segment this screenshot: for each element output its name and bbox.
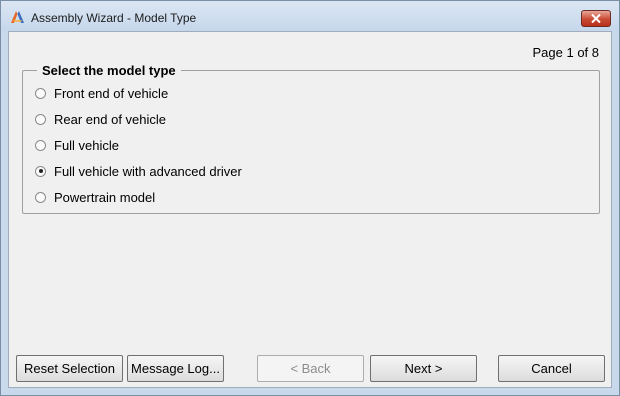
- page-indicator: Page 1 of 8: [532, 45, 600, 60]
- dialog-body: Page 1 of 8 Select the model type Front …: [8, 31, 612, 388]
- radio-button[interactable]: [35, 139, 46, 151]
- option-label: Powertrain model: [54, 189, 156, 205]
- option-rear-end[interactable]: Rear end of vehicle: [35, 110, 166, 128]
- option-label: Full vehicle: [54, 137, 120, 153]
- message-log-button[interactable]: Message Log...: [127, 355, 224, 382]
- next-button[interactable]: Next >: [370, 355, 477, 382]
- window-title: Assembly Wizard - Model Type: [31, 11, 197, 25]
- reset-selection-button[interactable]: Reset Selection: [16, 355, 123, 382]
- cancel-button[interactable]: Cancel: [498, 355, 605, 382]
- radio-button[interactable]: [35, 191, 46, 203]
- option-label: Full vehicle with advanced driver: [54, 163, 242, 179]
- option-full-vehicle-advanced-driver[interactable]: Full vehicle with advanced driver: [35, 162, 242, 180]
- option-label: Front end of vehicle: [54, 85, 169, 101]
- close-icon: [591, 14, 601, 23]
- option-full-vehicle[interactable]: Full vehicle: [35, 136, 119, 154]
- back-button[interactable]: < Back: [257, 355, 364, 382]
- app-logo-icon: [11, 11, 24, 23]
- title-bar[interactable]: Assembly Wizard - Model Type: [1, 1, 619, 31]
- close-button[interactable]: [581, 10, 611, 27]
- model-type-group: Select the model type Front end of vehic…: [22, 63, 600, 214]
- wizard-window: Assembly Wizard - Model Type Page 1 of 8…: [0, 0, 620, 396]
- option-front-end[interactable]: Front end of vehicle: [35, 84, 168, 102]
- option-label: Rear end of vehicle: [54, 111, 167, 127]
- option-powertrain[interactable]: Powertrain model: [35, 188, 155, 206]
- radio-button[interactable]: [35, 87, 46, 99]
- radio-button[interactable]: [35, 113, 46, 125]
- group-title: Select the model type: [37, 63, 181, 78]
- radio-button-selected[interactable]: [35, 165, 46, 177]
